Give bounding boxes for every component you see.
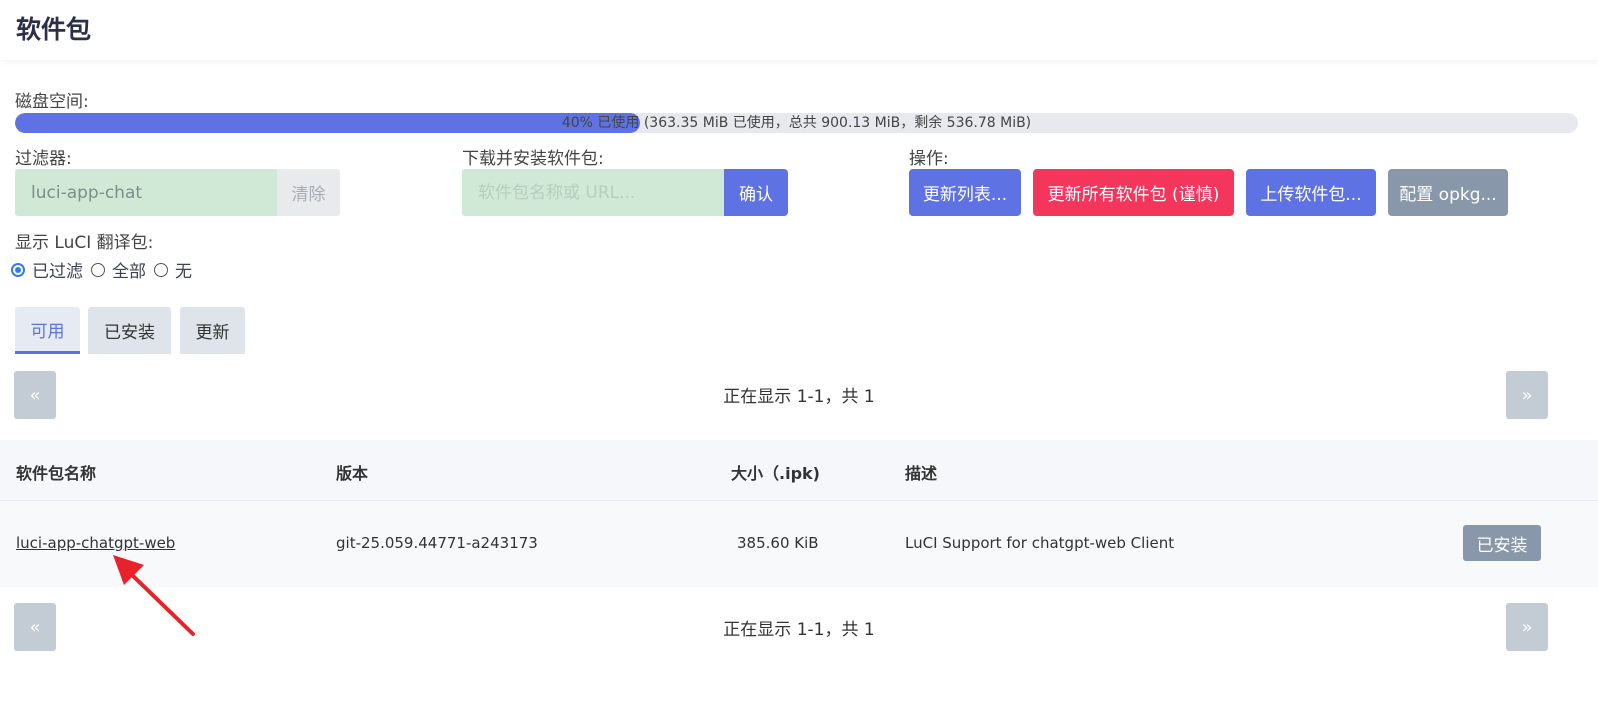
- annotation-arrow-icon: [113, 555, 195, 636]
- table-row: luci-app-chatgpt-web git-25.059.44771-a2…: [0, 501, 1598, 587]
- package-name-link[interactable]: luci-app-chatgpt-web: [16, 534, 175, 552]
- download-install-label: 下载并安装软件包:: [462, 149, 604, 169]
- radio-none[interactable]: 无: [154, 257, 192, 282]
- radio-filtered-indicator[interactable]: [11, 262, 25, 277]
- radio-all[interactable]: 全部: [91, 257, 146, 282]
- upgrade-all-button[interactable]: 更新所有软件包 (谨慎): [1033, 169, 1234, 216]
- disk-usage-text: 40% 已使用 (363.35 MiB 已使用，总共 900.13 MiB，剩余…: [561, 115, 1032, 131]
- column-header-version[interactable]: 版本: [336, 460, 368, 484]
- radio-none-label: 无: [175, 262, 192, 282]
- column-header-description[interactable]: 描述: [905, 460, 937, 484]
- filter-input[interactable]: [15, 169, 277, 216]
- update-lists-button[interactable]: 更新列表...: [909, 169, 1021, 216]
- package-name-cell: luci-app-chatgpt-web: [16, 534, 175, 552]
- filter-label: 过滤器:: [15, 149, 72, 169]
- radio-filtered-label: 已过滤: [32, 262, 83, 282]
- installed-status-button[interactable]: 已安装: [1463, 525, 1541, 561]
- package-size-cell: 385.60 KiB: [737, 534, 819, 552]
- configure-opkg-button[interactable]: 配置 opkg...: [1388, 169, 1508, 216]
- disk-space-label: 磁盘空间:: [15, 92, 89, 112]
- package-url-input[interactable]: [462, 169, 724, 216]
- actions-label: 操作:: [909, 149, 949, 169]
- translations-radio-group: 已过滤 全部 无: [11, 257, 200, 282]
- tab-updates[interactable]: 更新: [180, 307, 245, 354]
- pager-status-bottom: 正在显示 1-1，共 1: [723, 620, 875, 640]
- upload-package-button[interactable]: 上传软件包...: [1246, 169, 1376, 216]
- tab-available[interactable]: 可用: [15, 307, 80, 354]
- table-header: 软件包名称 版本 大小（.ipk) 描述: [0, 440, 1598, 501]
- pager-next-button-bottom[interactable]: »: [1506, 603, 1548, 651]
- radio-none-indicator[interactable]: [154, 262, 168, 277]
- pager-next-button[interactable]: »: [1506, 371, 1548, 419]
- radio-all-indicator[interactable]: [91, 262, 105, 277]
- radio-filtered[interactable]: 已过滤: [11, 257, 83, 282]
- confirm-install-button[interactable]: 确认: [724, 169, 788, 216]
- translations-label: 显示 LuCI 翻译包:: [15, 233, 154, 253]
- page-header: 软件包: [0, 0, 1598, 60]
- clear-filter-button[interactable]: 清除: [277, 169, 340, 216]
- package-description-cell: LuCI Support for chatgpt-web Client: [905, 534, 1175, 552]
- radio-all-label: 全部: [112, 262, 146, 282]
- column-header-name[interactable]: 软件包名称: [16, 460, 96, 484]
- page-title: 软件包: [16, 15, 92, 44]
- package-version-cell: git-25.059.44771-a243173: [336, 534, 538, 552]
- column-header-size[interactable]: 大小（.ipk): [731, 460, 820, 484]
- tab-installed[interactable]: 已安装: [88, 307, 171, 354]
- pager-status: 正在显示 1-1，共 1: [723, 387, 875, 407]
